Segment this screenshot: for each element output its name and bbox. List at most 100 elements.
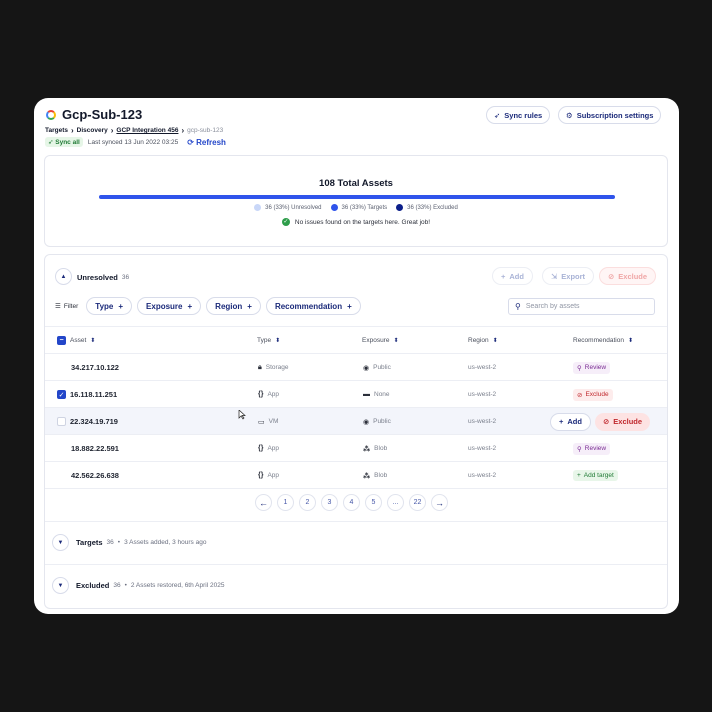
status-message-text: No issues found on the targets here. Gre… <box>294 218 431 226</box>
eye-icon: ◉ <box>363 418 370 426</box>
page-button[interactable]: 1 <box>277 494 294 511</box>
filter-recommendation-chip[interactable]: Recommendation + <box>265 297 361 315</box>
sync-all-button[interactable]: ➶ Sync all <box>45 137 83 147</box>
ban-icon: ⊘ <box>577 391 583 399</box>
page-button[interactable]: 4 <box>343 494 360 511</box>
table-row[interactable]: 22.324.19.719 ▭ VM ◉ Public us-west-2 + Add… <box>45 407 667 434</box>
legend-label: 36 (33%) Excluded <box>407 204 458 211</box>
column-header-asset[interactable]: Asset <box>70 337 86 344</box>
ban-icon: ⊘ <box>602 417 610 426</box>
export-icon: ⇲ <box>551 271 558 281</box>
row-checkbox[interactable]: ✓ <box>57 390 66 399</box>
assets-summary: 108 Total Assets 36 (33%) Unresolved 36 … <box>44 155 668 247</box>
bullet-separator: • <box>124 582 127 589</box>
refresh-label: Refresh <box>196 137 226 147</box>
legend-dot <box>330 204 338 211</box>
excluded-section: ▼ Excluded 36 • 2 Assets restored, 6th A… <box>45 564 667 608</box>
select-all-checkbox[interactable]: − <box>57 336 66 345</box>
section-note: 2 Assets restored, 6th April 2025 <box>130 582 225 589</box>
row-checkbox[interactable] <box>57 417 66 426</box>
table-header: − Asset ⬍ Type ⬍ Exposure ⬍ Region ⬍ Recomme… <box>45 326 667 353</box>
mouse-cursor-icon <box>238 410 246 420</box>
last-synced-text: Last synced 13 Jun 2022 03:25 <box>87 138 179 146</box>
breadcrumb-discovery[interactable]: Discovery <box>77 127 108 134</box>
sync-rules-button[interactable]: ➶ Sync rules <box>486 106 551 124</box>
badge-label: Add target <box>583 472 614 479</box>
review-badge[interactable]: ⚲ Review <box>573 442 611 455</box>
page-button[interactable]: 3 <box>321 494 338 511</box>
search-input[interactable] <box>525 303 646 310</box>
legend-item-excluded: 36 (33%) Excluded <box>396 204 458 211</box>
unresolved-section-title: Unresolved 36 <box>77 273 129 282</box>
chip-label: Region <box>215 301 243 311</box>
section-title-text: Excluded <box>76 581 110 590</box>
sort-icon[interactable]: ⬍ <box>493 337 498 344</box>
refresh-button[interactable]: ⟳ Refresh <box>187 138 226 147</box>
table-row[interactable]: 34.217.10.122 🔒︎ Storage ◉ Public us-west-… <box>45 353 667 380</box>
total-assets-title: 108 Total Assets <box>319 178 393 189</box>
exclude-button[interactable]: ⊘ Exclude <box>599 267 657 285</box>
sync-rules-label: Sync rules <box>504 110 543 120</box>
review-badge[interactable]: ⚲ Review <box>573 361 611 374</box>
section-count: 36 <box>113 582 121 589</box>
assets-progress-bar <box>99 195 615 199</box>
collapse-unresolved-button[interactable]: ▲ <box>55 268 72 285</box>
column-header-region[interactable]: Region <box>468 337 489 344</box>
sort-icon[interactable]: ⬍ <box>275 337 280 344</box>
next-page-button[interactable]: → <box>431 494 448 511</box>
gcp-logo-icon <box>46 109 56 120</box>
asset-ip: 34.217.10.122 <box>71 363 119 372</box>
expand-excluded-button[interactable]: ▼ <box>52 577 69 594</box>
prev-page-button[interactable]: ← <box>255 494 272 511</box>
subscription-settings-button[interactable]: ⚙ Subscription settings <box>558 106 662 124</box>
plus-icon: + <box>501 271 506 281</box>
add-target-badge[interactable]: + Add target <box>573 470 618 481</box>
asset-type: App <box>267 445 280 452</box>
sort-icon[interactable]: ⬍ <box>628 337 633 344</box>
lock-icon: ▬ <box>363 391 370 398</box>
asset-type: Storage <box>265 364 289 371</box>
code-icon: {} <box>258 472 264 479</box>
table-row[interactable]: 42.562.26.638 {} App ⁂ Blob us-west-2 + Add… <box>45 461 667 488</box>
column-header-recommendation[interactable]: Recommendation <box>573 337 624 344</box>
ban-icon: ⊘ <box>608 271 615 281</box>
exclude-badge[interactable]: ⊘ Exclude <box>573 388 613 401</box>
add-button[interactable]: + Add <box>492 267 533 285</box>
breadcrumb-targets[interactable]: Targets <box>45 127 68 134</box>
section-title-text: Targets <box>76 538 103 547</box>
plus-icon: + <box>187 301 193 311</box>
badge-label: Review <box>584 445 607 452</box>
chip-label: Exposure <box>146 301 183 311</box>
page-button[interactable]: 2 <box>299 494 316 511</box>
chevron-up-icon: ▲ <box>60 273 67 280</box>
page-button[interactable]: 22 <box>409 494 426 511</box>
rocket-icon: ➶ <box>494 110 501 120</box>
column-header-exposure[interactable]: Exposure <box>362 337 389 344</box>
chevron-right-icon: › <box>181 126 185 135</box>
assets-panel: ▲ Unresolved 36 + Add ⇲ Export ⊘ Exclude… <box>44 254 668 609</box>
chevron-down-icon: ▼ <box>57 539 64 546</box>
expand-targets-button[interactable]: ▼ <box>52 534 69 551</box>
breadcrumb-integration[interactable]: GCP Integration 456 <box>116 127 178 134</box>
page-button[interactable]: 5 <box>365 494 382 511</box>
sort-icon[interactable]: ⬍ <box>393 337 398 344</box>
blob-icon: ⁂ <box>363 472 371 480</box>
section-title-text: Unresolved <box>77 273 118 282</box>
table-row[interactable]: 18.882.22.591 {} App ⁂ Blob us-west-2 ⚲ Rev… <box>45 434 667 461</box>
column-header-type[interactable]: Type <box>257 337 271 344</box>
assets-legend: 36 (33%) Unresolved 36 (33%) Targets 36 … <box>45 204 667 211</box>
refresh-icon: ⟳ <box>187 137 194 147</box>
row-add-button[interactable]: + Add <box>550 412 591 431</box>
legend-dot <box>396 204 404 211</box>
chip-label: Type <box>95 301 114 311</box>
filter-type-chip[interactable]: Type + <box>86 297 133 315</box>
filter-exposure-chip[interactable]: Exposure + <box>137 297 202 315</box>
table-row[interactable]: ✓ 16.118.11.251 {} App ▬ None us-west-2 ⊘ Ex… <box>45 380 667 407</box>
asset-region: us-west-2 <box>468 445 497 452</box>
filter-region-chip[interactable]: Region + <box>206 297 261 315</box>
row-exclude-button[interactable]: ⊘ Exclude <box>594 412 651 431</box>
sort-icon[interactable]: ⬍ <box>90 337 95 344</box>
plus-icon: + <box>347 301 352 311</box>
export-button[interactable]: ⇲ Export <box>542 267 595 285</box>
filter-icon: ☰ <box>55 303 61 310</box>
